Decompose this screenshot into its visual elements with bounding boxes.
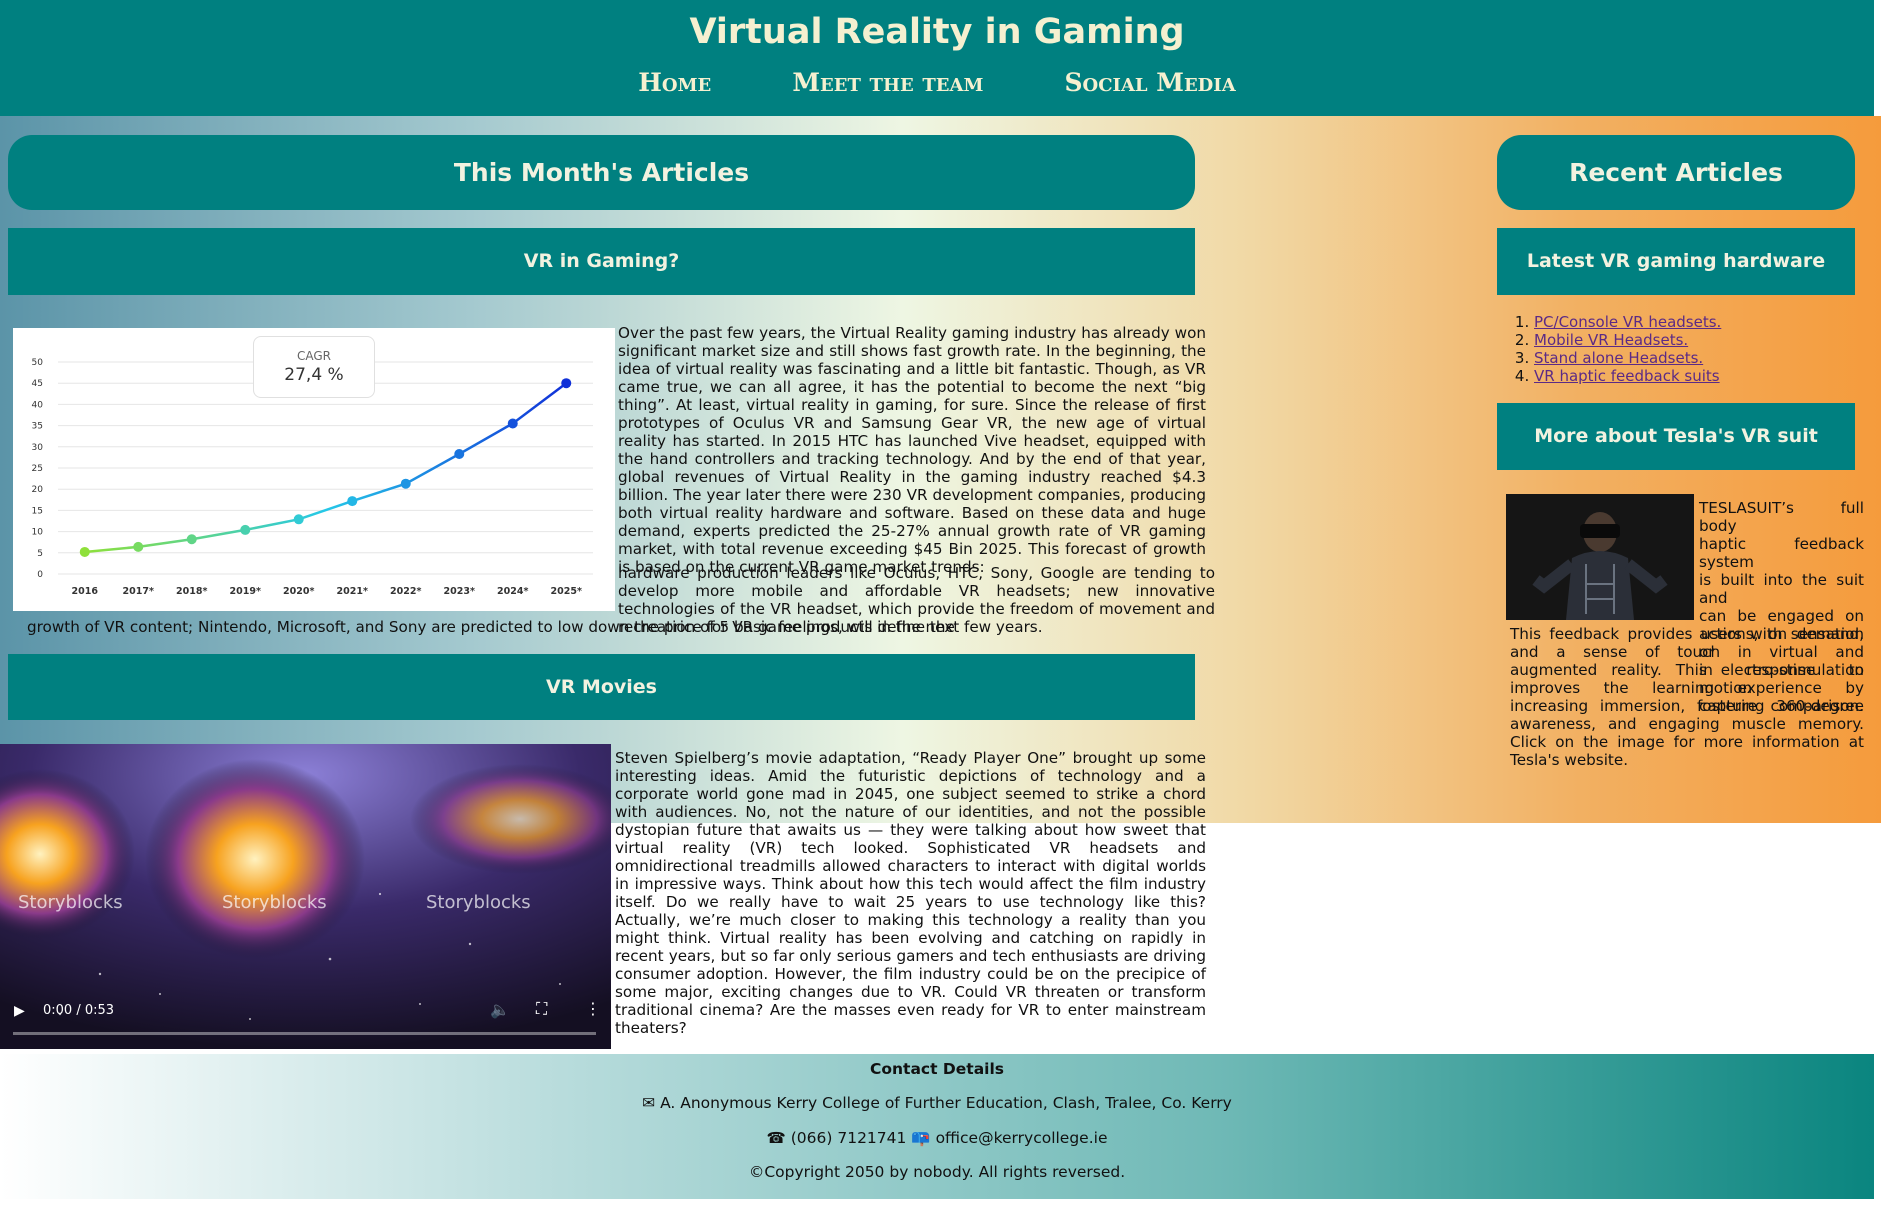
- x-tick-label: 2021*: [337, 586, 368, 597]
- mailbox-icon: 📪: [911, 1129, 931, 1147]
- video-controls: ▶ 0:00 / 0:53 🔈 ⛶ ⋮: [0, 989, 611, 1049]
- y-tick-label: 20: [32, 485, 44, 495]
- envelope-icon: ✉: [642, 1094, 656, 1112]
- tesla-text-line: TESLASUIT’s full body: [1699, 499, 1864, 535]
- mute-icon[interactable]: 🔈: [490, 1000, 510, 1019]
- y-tick-label: 15: [32, 506, 43, 516]
- footer-phone: (066) 7121741: [790, 1129, 907, 1147]
- y-tick-label: 30: [32, 443, 44, 453]
- data-point: [133, 541, 144, 552]
- data-point: [79, 546, 90, 557]
- sidebar-title-text: More about Tesla's VR suit: [1534, 425, 1818, 447]
- y-tick-label: 10: [32, 528, 44, 538]
- cagr-annotation: CAGR 27,4 %: [253, 336, 375, 398]
- vr-movies-paragraph: Steven Spielberg’s movie adaptation, “Re…: [615, 749, 1206, 1037]
- tesla-text-line: can be engaged on: [1699, 607, 1864, 625]
- main-nav: Home Meet the team Social Media: [0, 68, 1874, 97]
- site-title: Virtual Reality in Gaming: [689, 12, 1185, 52]
- chart-y-ticks: 0 5 10 15 20 25 30 35 40 45 50: [32, 358, 44, 580]
- vr-gaming-paragraph-2-cont: growth of VR content; Nintendo, Microsof…: [27, 618, 1043, 636]
- sidebar-title-hardware: Latest VR gaming hardware: [1497, 228, 1855, 295]
- section-title-text: VR in Gaming?: [523, 250, 680, 272]
- x-tick-label: 2017*: [123, 586, 154, 597]
- recent-articles-heading-text: Recent Articles: [1569, 158, 1783, 187]
- y-tick-label: 35: [32, 422, 43, 432]
- watermark: Storyblocks: [18, 892, 123, 913]
- phone-icon: ☎: [766, 1129, 786, 1147]
- site-footer: Contact Details ✉ A. Anonymous Kerry Col…: [0, 1054, 1874, 1199]
- data-point: [240, 524, 251, 535]
- list-item: Mobile VR Headsets.: [1534, 331, 1721, 349]
- x-tick-label: 2016: [72, 586, 99, 597]
- sidebar-title-text: Latest VR gaming hardware: [1526, 250, 1826, 272]
- link-standalone-headsets[interactable]: Stand alone Headsets.: [1534, 349, 1703, 367]
- link-pc-console-headsets[interactable]: PC/Console VR headsets.: [1534, 313, 1721, 331]
- articles-heading-text: This Month's Articles: [453, 158, 750, 187]
- y-tick-label: 50: [32, 358, 44, 368]
- tesla-text-line: haptic feedback system: [1699, 535, 1864, 571]
- y-tick-label: 25: [32, 464, 43, 474]
- tesla-text-line: is built into the suit and: [1699, 571, 1864, 607]
- recent-articles-heading: Recent Articles: [1497, 135, 1855, 210]
- y-tick-label: 45: [32, 379, 43, 389]
- section-title-vr-movies: VR Movies: [8, 654, 1195, 720]
- x-tick-label: 2018*: [176, 586, 207, 597]
- data-point: [507, 418, 518, 429]
- list-item: VR haptic feedback suits: [1534, 367, 1721, 385]
- link-haptic-suits[interactable]: VR haptic feedback suits: [1534, 367, 1720, 385]
- watermark: Storyblocks: [222, 892, 327, 913]
- more-options-icon[interactable]: ⋮: [585, 999, 601, 1018]
- x-tick-label: 2024*: [497, 586, 528, 597]
- footer-address: A. Anonymous Kerry College of Further Ed…: [660, 1094, 1232, 1112]
- articles-heading: This Month's Articles: [8, 135, 1195, 210]
- x-tick-label: 2020*: [283, 586, 314, 597]
- y-tick-label: 5: [37, 549, 43, 559]
- x-tick-label: 2023*: [444, 586, 475, 597]
- nav-social-media-link[interactable]: Social Media: [1064, 68, 1235, 97]
- site-header: Virtual Reality in Gaming Home Meet the …: [0, 0, 1874, 116]
- teslasuit-image[interactable]: [1506, 494, 1694, 620]
- footer-contact-row: ☎ (066) 7121741 📪 office@kerrycollege.ie: [0, 1129, 1874, 1147]
- data-point: [347, 496, 358, 507]
- person-vr-suit-icon: [1506, 494, 1694, 620]
- video-progress-bar[interactable]: [13, 1032, 596, 1035]
- watermark: Storyblocks: [426, 892, 531, 913]
- sidebar-title-tesla: More about Tesla's VR suit: [1497, 403, 1855, 470]
- teslasuit-text-rest: This feedback provides users with sensat…: [1510, 625, 1864, 769]
- growth-chart: 0 5 10 15 20 25 30 35 40 45 50 2016 2017* 2018* 2019*…: [13, 328, 615, 611]
- data-point: [561, 378, 572, 389]
- footer-email[interactable]: office@kerrycollege.ie: [936, 1129, 1108, 1147]
- chart-x-ticks: 2016 2017* 2018* 2019* 2020* 2021* 2022* 2023* 2…: [72, 586, 582, 597]
- x-tick-label: 2019*: [230, 586, 261, 597]
- link-mobile-headsets[interactable]: Mobile VR Headsets.: [1534, 331, 1688, 349]
- vr-gaming-paragraph-1: Over the past few years, the Virtual Rea…: [618, 324, 1206, 576]
- video-time: 0:00 / 0:53: [43, 1003, 115, 1018]
- list-item: Stand alone Headsets.: [1534, 349, 1721, 367]
- vr-movie-video[interactable]: Storyblocks Storyblocks Storyblocks ▶ 0:…: [0, 744, 611, 1049]
- section-title-vr-gaming: VR in Gaming?: [8, 228, 1195, 295]
- cagr-value: 27,4 %: [284, 365, 344, 385]
- x-tick-label: 2022*: [390, 586, 421, 597]
- fullscreen-icon[interactable]: ⛶: [536, 999, 547, 1019]
- recent-articles-list: PC/Console VR headsets. Mobile VR Headse…: [1514, 313, 1721, 385]
- data-point: [454, 449, 465, 460]
- footer-heading: Contact Details: [869, 1060, 1005, 1078]
- nav-meet-team-link[interactable]: Meet the team: [792, 68, 983, 97]
- data-point: [400, 478, 411, 489]
- list-item: PC/Console VR headsets.: [1534, 313, 1721, 331]
- nav-home-link[interactable]: Home: [638, 68, 711, 97]
- cagr-label: CAGR: [296, 349, 331, 363]
- data-point: [186, 534, 197, 545]
- y-tick-label: 40: [32, 400, 44, 410]
- footer-address-row: ✉ A. Anonymous Kerry College of Further …: [0, 1094, 1874, 1112]
- play-icon[interactable]: ▶: [14, 1003, 25, 1019]
- footer-copyright: ©Copyright 2050 by nobody. All rights re…: [748, 1163, 1126, 1181]
- y-tick-label: 0: [37, 570, 43, 580]
- section-title-text: VR Movies: [545, 676, 657, 698]
- data-point: [293, 514, 304, 525]
- x-tick-label: 2025*: [551, 586, 582, 597]
